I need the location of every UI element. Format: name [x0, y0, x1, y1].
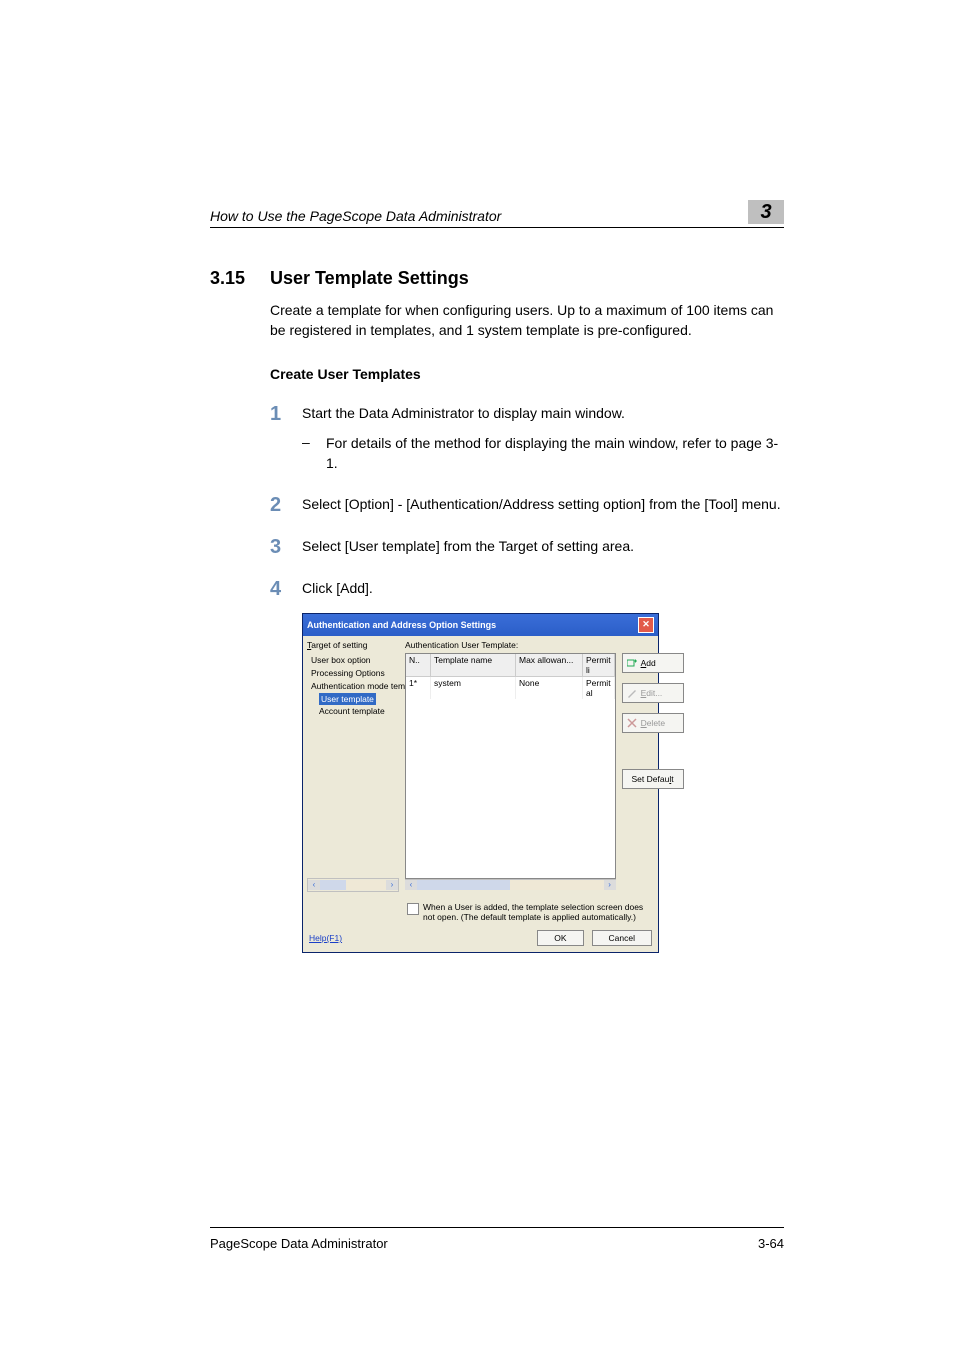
tree-item[interactable]: Processing Options [311, 667, 399, 680]
tree-view[interactable]: User box option Processing Options Authe… [307, 654, 399, 718]
cancel-button[interactable]: Cancel [592, 930, 652, 946]
scroll-left-icon[interactable]: ‹ [308, 880, 320, 890]
edit-button[interactable]: Edit... [622, 683, 684, 703]
checkbox[interactable] [407, 903, 419, 915]
dialog-title: Authentication and Address Option Settin… [307, 620, 496, 630]
template-table[interactable]: N.. Template name Max allowan... Permit … [405, 653, 616, 879]
cell-permit: Permit al [583, 677, 615, 699]
scroll-thumb[interactable] [417, 880, 510, 890]
step-number: 1 [270, 404, 302, 424]
step-text: Start the Data Administrator to display … [302, 404, 625, 424]
scroll-right-icon[interactable]: › [604, 880, 616, 890]
step-number: 4 [270, 579, 302, 599]
dialog-titlebar[interactable]: Authentication and Address Option Settin… [303, 614, 658, 636]
auto-apply-checkbox-row[interactable]: When a User is added, the template selec… [303, 896, 658, 926]
dialog-screenshot: Authentication and Address Option Settin… [302, 613, 659, 953]
scroll-thumb[interactable] [320, 880, 346, 890]
tree-item-selected[interactable]: User template [319, 693, 376, 706]
add-button[interactable]: Add [622, 653, 684, 673]
table-horizontal-scrollbar[interactable]: ‹ › [405, 879, 616, 892]
chapter-number: 3 [748, 200, 784, 224]
dash-icon: – [302, 434, 326, 473]
col-template-name[interactable]: Template name [431, 654, 516, 677]
header-text: How to Use the PageScope Data Administra… [210, 208, 501, 224]
tree-item[interactable]: Account template [319, 705, 399, 718]
set-default-button[interactable]: Set Default [622, 769, 684, 789]
close-icon[interactable]: ✕ [638, 617, 654, 633]
help-link[interactable]: Help(F1) [309, 933, 342, 943]
footer-right: 3-64 [758, 1236, 784, 1251]
step-3: 3 Select [User template] from the Target… [270, 537, 784, 557]
step-number: 2 [270, 495, 302, 515]
tree-item[interactable]: User box option [311, 654, 399, 667]
tree-horizontal-scrollbar[interactable]: ‹ › [307, 878, 399, 892]
table-row[interactable]: 1* system None Permit al [406, 677, 615, 699]
col-max-allowance[interactable]: Max allowan... [516, 654, 583, 677]
delete-icon [627, 718, 637, 728]
add-icon [627, 658, 637, 668]
tree-item[interactable]: Authentication mode tem [311, 680, 399, 693]
step-sub-text: For details of the method for displaying… [326, 434, 784, 473]
step-text: Select [User template] from the Target o… [302, 537, 634, 557]
scroll-right-icon[interactable]: › [386, 880, 398, 890]
cell-max-allowance: None [516, 677, 583, 699]
template-list-label: Authentication User Template: [405, 640, 684, 650]
section-title: User Template Settings [270, 268, 469, 289]
delete-button[interactable]: Delete [622, 713, 684, 733]
cell-template-name: system [431, 677, 516, 699]
checkbox-label: When a User is added, the template selec… [423, 902, 654, 922]
target-of-setting-label: Target of setting [307, 640, 399, 650]
table-header[interactable]: N.. Template name Max allowan... Permit … [406, 654, 615, 677]
step-number: 3 [270, 537, 302, 557]
col-number[interactable]: N.. [406, 654, 431, 677]
edit-icon [627, 688, 637, 698]
step-1: 1 Start the Data Administrator to displa… [270, 404, 784, 424]
step-2: 2 Select [Option] - [Authentication/Addr… [270, 495, 784, 515]
intro-paragraph: Create a template for when configuring u… [270, 301, 784, 340]
ok-button[interactable]: OK [537, 930, 583, 946]
subsection-title: Create User Templates [270, 366, 784, 382]
running-header: How to Use the PageScope Data Administra… [210, 200, 784, 228]
footer-left: PageScope Data Administrator [210, 1236, 388, 1251]
step-text: Select [Option] - [Authentication/Addres… [302, 495, 781, 515]
step-text: Click [Add]. [302, 579, 373, 599]
page-footer: PageScope Data Administrator 3-64 [210, 1227, 784, 1251]
section-number: 3.15 [210, 268, 270, 289]
step-4: 4 Click [Add]. [270, 579, 784, 599]
table-empty-area [406, 699, 615, 854]
cell-number: 1* [406, 677, 431, 699]
step-1-sub: – For details of the method for displayi… [302, 434, 784, 473]
scroll-left-icon[interactable]: ‹ [405, 880, 417, 890]
col-permit[interactable]: Permit li [583, 654, 615, 677]
